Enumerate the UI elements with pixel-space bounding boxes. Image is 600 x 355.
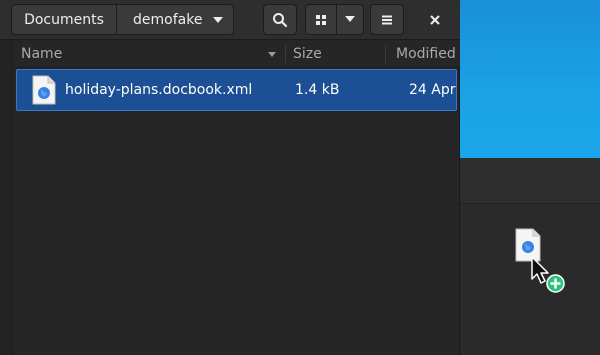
- sort-descending-icon: [268, 52, 276, 57]
- search-icon: [273, 12, 288, 27]
- column-separator: [285, 45, 286, 63]
- file-size: 1.4 kB: [295, 82, 340, 98]
- column-header-name[interactable]: Name: [21, 46, 62, 62]
- table-row[interactable]: holiday-plans.docbook.xml 1.4 kB 24 Apr: [16, 69, 457, 111]
- view-options-button[interactable]: [336, 4, 364, 35]
- hamburger-icon: [382, 15, 392, 24]
- view-mode-button[interactable]: [305, 4, 337, 35]
- xml-document-icon: [32, 75, 56, 105]
- headerbar: Documents demofake: [0, 0, 460, 40]
- list-header: Name Size Modified: [13, 41, 460, 68]
- chevron-down-icon: [345, 16, 355, 22]
- file-manager-window: Documents demofake Name Size Modified ho…: [0, 0, 460, 355]
- file-modified: 24 Apr: [409, 82, 456, 98]
- close-button[interactable]: [420, 4, 450, 35]
- chevron-down-icon: [213, 17, 223, 23]
- breadcrumb-documents-label: Documents: [24, 11, 104, 28]
- breadcrumb-documents[interactable]: Documents: [11, 4, 117, 35]
- search-button[interactable]: [263, 4, 297, 35]
- column-separator: [385, 45, 386, 63]
- blue-panel: [458, 0, 600, 158]
- main-menu-button[interactable]: [370, 4, 404, 35]
- sidebar-edge: [0, 41, 13, 355]
- column-header-size[interactable]: Size: [293, 46, 322, 62]
- breadcrumb-demofake[interactable]: demofake: [116, 4, 234, 35]
- breadcrumb-demofake-label: demofake: [133, 11, 203, 28]
- copy-plus-icon: [546, 274, 565, 293]
- close-icon: [430, 14, 440, 25]
- file-name: holiday-plans.docbook.xml: [65, 82, 253, 98]
- background-strip: [458, 158, 600, 204]
- grid-view-icon: [316, 14, 326, 25]
- column-header-modified[interactable]: Modified: [396, 46, 456, 62]
